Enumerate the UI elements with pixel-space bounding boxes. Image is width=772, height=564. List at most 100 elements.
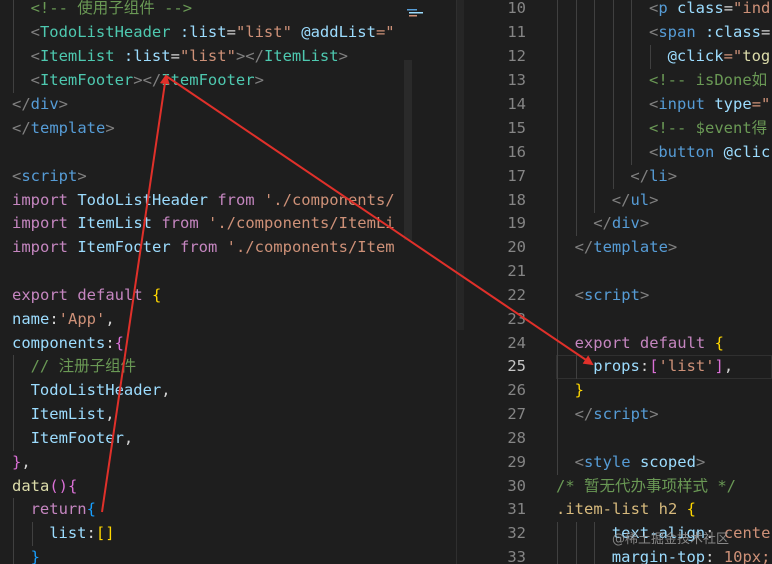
right-code-line[interactable]: 16 <button @clic (470, 141, 772, 165)
indent-guide (575, 546, 577, 564)
code-text: list:[] (49, 522, 114, 546)
code-token: type (705, 95, 752, 113)
right-code-line[interactable]: 20 </template> (470, 236, 772, 260)
line-number: 33 (507, 548, 526, 564)
code-token: { (714, 334, 724, 352)
code-token: ul (630, 191, 650, 209)
code-text: <button @clic (649, 141, 770, 165)
right-code-line[interactable]: 28 (470, 427, 772, 451)
right-code-line[interactable]: 21 (470, 260, 772, 284)
code-token: > (77, 167, 87, 185)
left-code-line[interactable]: ItemFooter, (0, 427, 412, 451)
code-text: </ul> (612, 189, 659, 213)
right-code-line[interactable]: 17 </li> (470, 165, 772, 189)
left-code-line[interactable]: <ItemList :list="list"></ItemList> (0, 45, 412, 69)
indent-guide (557, 141, 558, 165)
code-token: script (21, 167, 78, 185)
code-token: </ (574, 405, 594, 423)
right-code-line[interactable]: 27 </script> (470, 403, 772, 427)
code-token: data (12, 477, 50, 495)
code-text: </script> (575, 403, 659, 427)
line-number: 20 (507, 238, 526, 256)
left-code-line[interactable]: </template> (0, 117, 412, 141)
left-editor-pane[interactable]: <!-- 使用子组件 --> <TodoListHeader :list="lis… (0, 0, 412, 564)
code-token: =" (723, 47, 743, 65)
left-code-line[interactable]: <script> (0, 165, 412, 189)
left-code-line[interactable] (0, 260, 412, 284)
left-code-line[interactable]: data(){ (0, 475, 412, 499)
code-token: return (30, 500, 87, 518)
code-text: margin-top: 10px; (612, 546, 771, 564)
line-number: 13 (507, 71, 526, 89)
code-token: > (695, 453, 706, 471)
indent-guide (557, 189, 558, 213)
right-code-line[interactable]: 14 <input type=" (470, 93, 772, 117)
right-code-line[interactable]: 33 margin-top: 10px; (470, 546, 772, 564)
right-code-line[interactable]: 30 /* 暂无代办事项样式 */ (470, 475, 772, 499)
code-token: =" (375, 23, 395, 41)
right-code-line[interactable]: 26} (470, 379, 772, 403)
left-code-line[interactable]: return{ (0, 498, 412, 522)
code-token: { (152, 286, 162, 304)
right-code-line[interactable]: 31 .item-list h2 { (470, 498, 772, 522)
right-code-line[interactable]: 24 export default { (470, 332, 772, 356)
left-code-line[interactable]: name:'App', (0, 308, 412, 332)
line-number: 18 (507, 191, 526, 209)
code-text: @click="tog (668, 45, 771, 69)
code-text: </div> (593, 212, 649, 236)
right-code-line[interactable]: 29 <style scoped> (470, 451, 772, 475)
left-code-line[interactable]: // 注册子组件 (0, 355, 412, 379)
code-token: default (630, 334, 715, 352)
left-code-line[interactable]: import TodoListHeader from './components… (0, 189, 412, 213)
right-code-line[interactable]: 23 (470, 308, 772, 332)
indent-guide (557, 355, 558, 379)
left-scrollbar-thumb[interactable] (404, 60, 412, 240)
right-code-line[interactable]: 19 </div> (470, 212, 772, 236)
left-code-line[interactable]: components:{ (0, 332, 412, 356)
left-code-line[interactable]: import ItemFooter from './components/Ite… (0, 236, 412, 260)
left-code-line[interactable]: TodoListHeader, (0, 379, 412, 403)
right-code-line[interactable]: 11 <span :class= (470, 21, 772, 45)
code-token: , (723, 357, 734, 375)
right-editor-pane[interactable]: 10 <p class="ind 11 <span :class= 12 @click="… (470, 0, 772, 564)
code-text: <input type=" (649, 93, 770, 117)
left-code-line[interactable]: }, (0, 451, 412, 475)
code-token: "list" (179, 47, 236, 65)
left-code-line[interactable]: <TodoListHeader :list="list" @addList=" (0, 21, 412, 45)
code-token: style (583, 453, 631, 471)
right-code-line[interactable]: 13 <!-- isDone如 (470, 69, 772, 93)
indent-guide (631, 21, 633, 45)
code-text: </li> (630, 165, 677, 189)
code-token: , (161, 381, 171, 399)
right-code-line[interactable]: 18 </ul> (470, 189, 772, 213)
left-code-line[interactable]: <!-- 使用子组件 --> (0, 0, 412, 21)
left-code-line[interactable] (0, 141, 412, 165)
indent-guide (594, 165, 596, 189)
right-minimap-slider[interactable] (457, 0, 464, 330)
left-code-line[interactable]: </div> (0, 93, 412, 117)
code-token: 'list' (658, 357, 715, 375)
code-token: > (649, 405, 659, 423)
indent-guide (557, 332, 558, 356)
code-text: <span :class= (649, 21, 770, 45)
left-code-line[interactable]: <ItemFooter></ItemFooter> (0, 69, 412, 93)
right-code-line[interactable]: 12 @click="tog (470, 45, 772, 69)
right-code-line[interactable]: 15 <!-- $event得 (470, 117, 772, 141)
right-code-line[interactable]: 10 <p class="ind (470, 0, 772, 21)
code-token: ></ (133, 71, 162, 89)
code-token: TodoListHeader (39, 23, 171, 41)
left-code-line[interactable]: import ItemList from './components/ItemL… (0, 212, 412, 236)
code-token: ItemFooter (68, 238, 180, 256)
code-token: ItemList (263, 47, 339, 65)
left-code-line[interactable]: ItemList, (0, 403, 412, 427)
right-code-line[interactable]: 22 <script> (470, 284, 772, 308)
right-code-line[interactable]: 25 props:['list'], (470, 355, 772, 379)
indent-guide (13, 546, 14, 564)
left-code-line[interactable]: } (0, 546, 412, 564)
left-code-line[interactable]: export default { (0, 284, 412, 308)
minimap-preview-icon (407, 9, 423, 17)
code-token: } (574, 381, 584, 399)
code-text: import TodoListHeader from './components… (12, 189, 395, 213)
indent-guide (594, 141, 596, 165)
left-code-line[interactable]: list:[] (0, 522, 412, 546)
